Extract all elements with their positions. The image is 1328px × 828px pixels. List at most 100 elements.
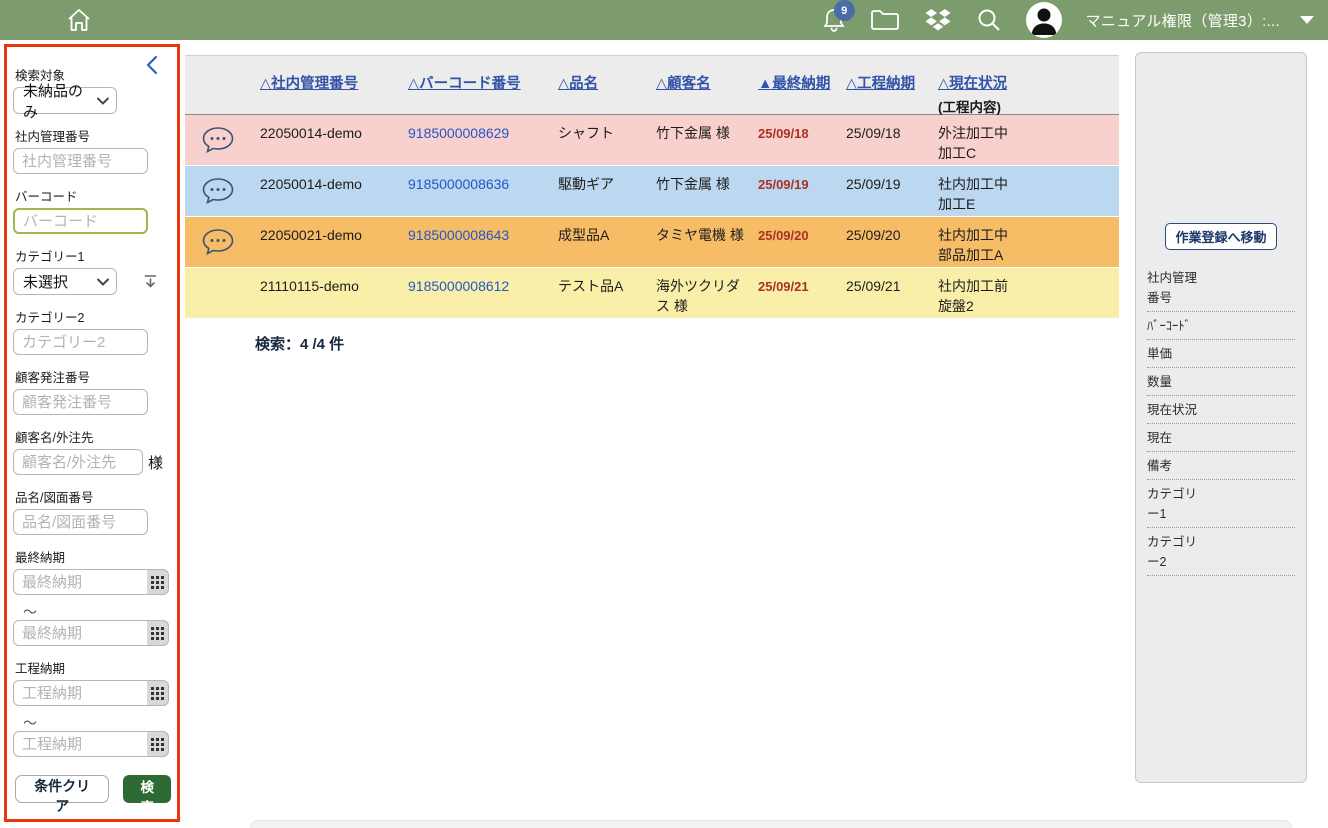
cell-process-due: 25/09/20: [836, 217, 928, 267]
process-due-to-input[interactable]: [13, 731, 147, 757]
clear-conditions-button[interactable]: 条件クリア: [15, 775, 109, 803]
chevron-down-icon[interactable]: [1300, 16, 1314, 24]
table-row[interactable]: 22050014-demo 9185000008636 駆動ギア 竹下金属 様 …: [185, 166, 1119, 217]
cell-process-due: 25/09/19: [836, 166, 928, 216]
detail-field-quantity: 数量: [1147, 368, 1295, 396]
user-avatar[interactable]: [1026, 2, 1062, 38]
detail-field-current: 現在: [1147, 424, 1295, 452]
barcode-link[interactable]: 9185000008612: [408, 278, 509, 294]
date-range-separator: ～: [23, 713, 171, 727]
internal-control-no-input[interactable]: [13, 148, 148, 174]
customer-name-label: 顧客名/外注先: [15, 427, 171, 446]
cell-product: 駆動ギア: [548, 166, 646, 216]
sort-internal-control-no[interactable]: △社内管理番号: [250, 56, 398, 116]
detail-field-category2: カテゴリー2: [1147, 528, 1295, 576]
comment-cell-empty: [185, 268, 250, 318]
cell-control-no: 22050014-demo: [250, 115, 398, 165]
detail-field-category1: カテゴリー1: [1147, 480, 1295, 528]
top-navbar: 9 マニュアル権限（管理3）:...: [0, 0, 1328, 40]
bottom-sheet-edge: [250, 820, 1292, 828]
detail-field-remarks: 備考: [1147, 452, 1295, 480]
cell-control-no: 22050014-demo: [250, 166, 398, 216]
comment-column-header: [185, 56, 250, 116]
category1-label: カテゴリー1: [15, 246, 171, 265]
cell-customer: タミヤ電機 様: [646, 217, 748, 267]
go-to-work-registration-button[interactable]: 作業登録へ移動: [1165, 223, 1276, 250]
cell-process-due: 25/09/21: [836, 268, 928, 318]
comment-bubble-icon[interactable]: [185, 115, 250, 165]
barcode-label: バーコード: [15, 186, 171, 205]
final-due-from-input[interactable]: [13, 569, 147, 595]
customer-order-no-input[interactable]: [13, 389, 148, 415]
table-header-row: △社内管理番号 △バーコード番号 △品名 △顧客名 ▲最終納期 △工程納期 △現…: [185, 55, 1119, 115]
search-result-count: 検索：4 /4 件: [255, 333, 1119, 354]
final-due-to-input[interactable]: [13, 620, 147, 646]
collapse-panel-icon[interactable]: [145, 55, 159, 80]
cell-status: 社内加工中部品加工A: [928, 217, 1119, 267]
cell-process-due: 25/09/18: [836, 115, 928, 165]
process-due-label: 工程納期: [15, 658, 171, 677]
sort-product-name[interactable]: △品名: [548, 56, 646, 116]
user-menu-label[interactable]: マニュアル権限（管理3）:...: [1086, 10, 1280, 31]
category-expand-icon[interactable]: [143, 274, 158, 289]
cell-control-no: 21110115-demo: [250, 268, 398, 318]
calendar-icon[interactable]: [147, 569, 169, 595]
dropbox-icon[interactable]: [924, 8, 952, 32]
barcode-link[interactable]: 9185000008629: [408, 125, 509, 141]
orders-table: △社内管理番号 △バーコード番号 △品名 △顧客名 ▲最終納期 △工程納期 △現…: [185, 55, 1119, 354]
calendar-icon[interactable]: [147, 680, 169, 706]
comment-bubble-icon[interactable]: [185, 166, 250, 216]
table-row[interactable]: 22050014-demo 9185000008629 シャフト 竹下金属 様 …: [185, 115, 1119, 166]
cell-product: シャフト: [548, 115, 646, 165]
sort-final-due[interactable]: ▲最終納期: [748, 56, 836, 116]
menu-icon[interactable]: [16, 12, 40, 28]
detail-field-unit-price: 単価: [1147, 340, 1295, 368]
process-due-from-input[interactable]: [13, 680, 147, 706]
category2-input[interactable]: [13, 329, 148, 355]
customer-name-input[interactable]: [13, 449, 143, 475]
search-filter-panel: 検索対象 未納品のみ 社内管理番号 バーコード カテゴリー1 未選択 カテゴリー…: [4, 44, 180, 822]
final-due-label: 最終納期: [15, 547, 171, 566]
detail-field-barcode: ﾊﾞｰｺｰﾄﾞ: [1147, 312, 1295, 340]
cell-customer: 竹下金属 様: [646, 166, 748, 216]
sort-customer-name[interactable]: △顧客名: [646, 56, 748, 116]
internal-control-no-label: 社内管理番号: [15, 126, 171, 145]
table-row[interactable]: 22050021-demo 9185000008643 成型品A タミヤ電機 様…: [185, 217, 1119, 268]
comment-bubble-icon[interactable]: [185, 217, 250, 267]
cell-control-no: 22050021-demo: [250, 217, 398, 267]
product-name-label: 品名/図面番号: [15, 487, 171, 506]
status-subheader: (工程内容): [938, 96, 1115, 116]
barcode-link[interactable]: 9185000008636: [408, 176, 509, 192]
search-button[interactable]: 検索: [123, 775, 171, 803]
sort-current-status[interactable]: △現在状況(工程内容): [928, 56, 1119, 116]
search-icon[interactable]: [976, 7, 1002, 33]
cell-product: テスト品A: [548, 268, 646, 318]
app-window: 9 マニュアル権限（管理3）:... 検索対象 未納品のみ: [0, 0, 1328, 828]
calendar-icon[interactable]: [147, 620, 169, 646]
cell-final-due: 25/09/21: [748, 268, 836, 318]
category1-select[interactable]: 未選択: [13, 268, 117, 295]
table-row[interactable]: 21110115-demo 9185000008612 テスト品A 海外ツクリダ…: [185, 268, 1119, 319]
folder-icon[interactable]: [870, 8, 900, 32]
search-target-select[interactable]: 未納品のみ: [13, 87, 117, 114]
cell-status: 社内加工中加工E: [928, 166, 1119, 216]
cell-final-due: 25/09/20: [748, 217, 836, 267]
customer-order-no-label: 顧客発注番号: [15, 367, 171, 386]
cell-final-due: 25/09/18: [748, 115, 836, 165]
sort-barcode-no[interactable]: △バーコード番号: [398, 56, 548, 116]
barcode-input[interactable]: [13, 208, 148, 234]
detail-field-current-status: 現在状況: [1147, 396, 1295, 424]
home-icon[interactable]: [66, 7, 92, 33]
cell-status: 社内加工前旋盤2: [928, 268, 1119, 318]
cell-customer: 海外ツクリダス 様: [646, 268, 748, 318]
date-range-separator: ～: [23, 602, 171, 616]
product-name-input[interactable]: [13, 509, 148, 535]
barcode-link[interactable]: 9185000008643: [408, 227, 509, 243]
detail-side-panel: 作業登録へ移動 社内管理番号 ﾊﾞｰｺｰﾄﾞ 単価 数量 現在状況 現在 備考 …: [1135, 52, 1307, 783]
cell-status: 外注加工中加工C: [928, 115, 1119, 165]
sort-process-due[interactable]: △工程納期: [836, 56, 928, 116]
calendar-icon[interactable]: [147, 731, 169, 757]
notifications-bell-icon[interactable]: 9: [822, 7, 846, 33]
cell-product: 成型品A: [548, 217, 646, 267]
cell-final-due: 25/09/19: [748, 166, 836, 216]
